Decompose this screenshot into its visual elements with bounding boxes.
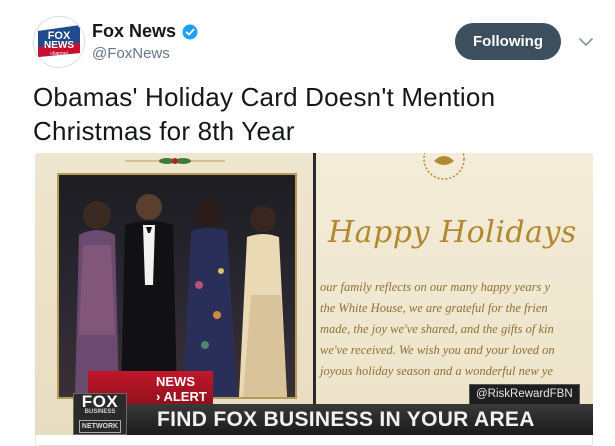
- author-name-text[interactable]: Fox News: [92, 21, 176, 42]
- avatar-line3: channel: [50, 51, 68, 57]
- holly-ornament-icon: [125, 158, 225, 164]
- logo-bottom: NETWORK: [78, 419, 122, 433]
- card-heading: Happy Holidays: [328, 215, 577, 250]
- avatar[interactable]: FOX NEWS channel: [33, 16, 85, 68]
- social-handle-tag: @RiskRewardFBN: [469, 384, 580, 405]
- logo-top: FOX: [81, 391, 119, 411]
- tweet-media-image[interactable]: Happy Holidays our family reflects on ou…: [35, 153, 593, 435]
- lower-third-banner: FIND FOX BUSINESS IN YOUR AREA: [127, 404, 593, 435]
- verified-badge-icon: [182, 24, 198, 39]
- author-handle[interactable]: @FoxNews: [92, 45, 170, 62]
- chevron-down-icon[interactable]: [577, 33, 595, 51]
- tweet-text-line1: Obamas' Holiday Card Doesn't Mention: [33, 82, 496, 112]
- logo-middle: BUSINESS: [84, 408, 116, 415]
- author-name[interactable]: Fox News: [92, 21, 198, 42]
- fox-business-logo: FOX BUSINESS NETWORK: [73, 393, 127, 435]
- tweet-card: FOX NEWS channel Fox News @FoxNews Follo…: [0, 0, 615, 446]
- alert-line1: NEWS: [156, 374, 195, 389]
- family-photo: [57, 173, 297, 399]
- presidential-seal-icon: [423, 153, 465, 180]
- tweet-text: Obamas' Holiday Card Doesn't Mention Chr…: [33, 80, 593, 148]
- media-bottom-border: [35, 435, 593, 446]
- fox-news-logo-icon: FOX NEWS channel: [34, 17, 84, 67]
- following-button[interactable]: Following: [455, 23, 561, 60]
- family-photo-figures: [75, 194, 287, 397]
- avatar-line2: NEWS: [44, 40, 74, 51]
- tweet-text-line2: Christmas for 8th Year: [33, 116, 295, 146]
- alert-line2: › ALERT: [156, 389, 207, 404]
- card-message: our family reflects on our many happy ye…: [320, 280, 555, 378]
